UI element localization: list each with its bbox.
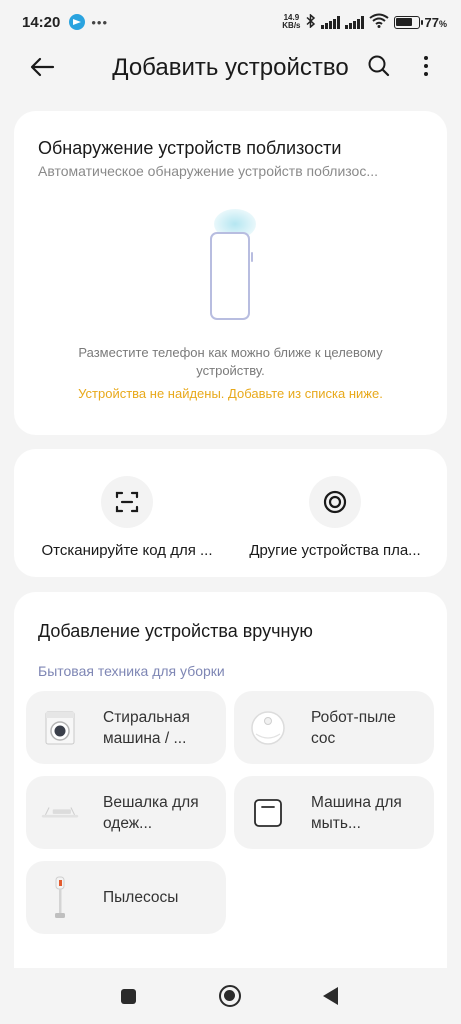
telegram-icon	[69, 14, 86, 30]
clothes-hanger-icon	[40, 793, 80, 833]
more-vertical-icon	[424, 56, 428, 76]
nearby-discovery-card: Обнаружение устройств поблизости Автомат…	[14, 111, 447, 435]
scan-code-label: Отсканируйте код для ...	[41, 542, 213, 559]
discovery-title: Обнаружение устройств поблизости	[38, 138, 342, 158]
other-devices-circle	[309, 476, 361, 528]
phone-side-button	[251, 252, 253, 262]
washing-machine-icon	[40, 708, 80, 748]
signal-icon-sim1	[320, 15, 340, 29]
network-speed-unit: KB/s	[282, 21, 301, 30]
device-tile-washing-machine[interactable]: Стиральная машина / ...	[26, 691, 226, 764]
scan-qr-icon	[115, 491, 139, 513]
app-header: Добавить устройство	[0, 44, 461, 90]
target-circle-icon	[323, 490, 347, 514]
battery-icon	[393, 15, 423, 29]
status-bar: 14:20 ••• 14.9 KB/s 77%	[0, 0, 461, 44]
manual-add-title: Добавление устройства вручную	[38, 621, 313, 641]
device-tile-clothes-hanger[interactable]: Вешалка для одеж...	[26, 776, 226, 849]
device-tile-label: Робот-пыле сос	[311, 708, 396, 747]
more-options-button[interactable]	[418, 53, 434, 79]
bluetooth-icon	[306, 12, 316, 31]
system-nav-bar	[0, 968, 461, 1024]
discovery-hint: Разместите телефон как можно ближе к цел…	[78, 345, 383, 378]
scan-code-button[interactable]: Отсканируйте код для ...	[22, 472, 232, 562]
robot-vacuum-icon	[248, 708, 288, 748]
category-label: Бытовая техника для уборки	[38, 663, 225, 679]
floor-washer-icon	[248, 793, 288, 833]
notification-dots: •••	[91, 14, 109, 30]
home-button[interactable]	[219, 985, 241, 1007]
wifi-icon	[368, 13, 389, 32]
status-time: 14:20	[22, 13, 61, 31]
no-devices-warning: Устройства не найдены. Добавьте из списк…	[78, 386, 383, 401]
add-methods-card: Отсканируйте код для ... Другие устройст…	[14, 449, 447, 577]
phone-illustration-icon	[210, 232, 250, 320]
signal-icon-sim2	[344, 15, 364, 29]
network-speed: 14.9 KB/s	[282, 14, 300, 30]
device-tile-label: Стиральная машина / ...	[103, 708, 190, 747]
other-platform-devices-button[interactable]: Другие устройства пла...	[230, 472, 440, 562]
search-button[interactable]	[366, 53, 392, 79]
battery-level	[396, 18, 413, 26]
manual-add-card: Добавление устройства вручную Бытовая те…	[14, 592, 447, 982]
system-back-button[interactable]	[323, 987, 338, 1005]
device-tile-robot-vacuum[interactable]: Робот-пыле сос	[234, 691, 434, 764]
search-icon	[368, 55, 390, 77]
discovery-subtitle: Автоматическое обнаружение устройств поб…	[38, 163, 379, 179]
device-tile-label: Вешалка для одеж...	[103, 793, 199, 832]
other-devices-label: Другие устройства пла...	[249, 542, 421, 559]
status-indicators: 14.9 KB/s 77%	[282, 12, 447, 32]
device-tile-floor-washer[interactable]: Машина для мыть...	[234, 776, 434, 849]
device-tile-label: Машина для мыть...	[311, 793, 402, 832]
vacuum-cleaner-icon	[40, 876, 80, 918]
battery-percent: 77%	[424, 14, 447, 30]
scan-circle	[101, 476, 153, 528]
recent-apps-button[interactable]	[121, 989, 136, 1004]
device-tile-label: Пылесосы	[103, 889, 179, 906]
device-tile-vacuum-cleaner[interactable]: Пылесосы	[26, 861, 226, 934]
